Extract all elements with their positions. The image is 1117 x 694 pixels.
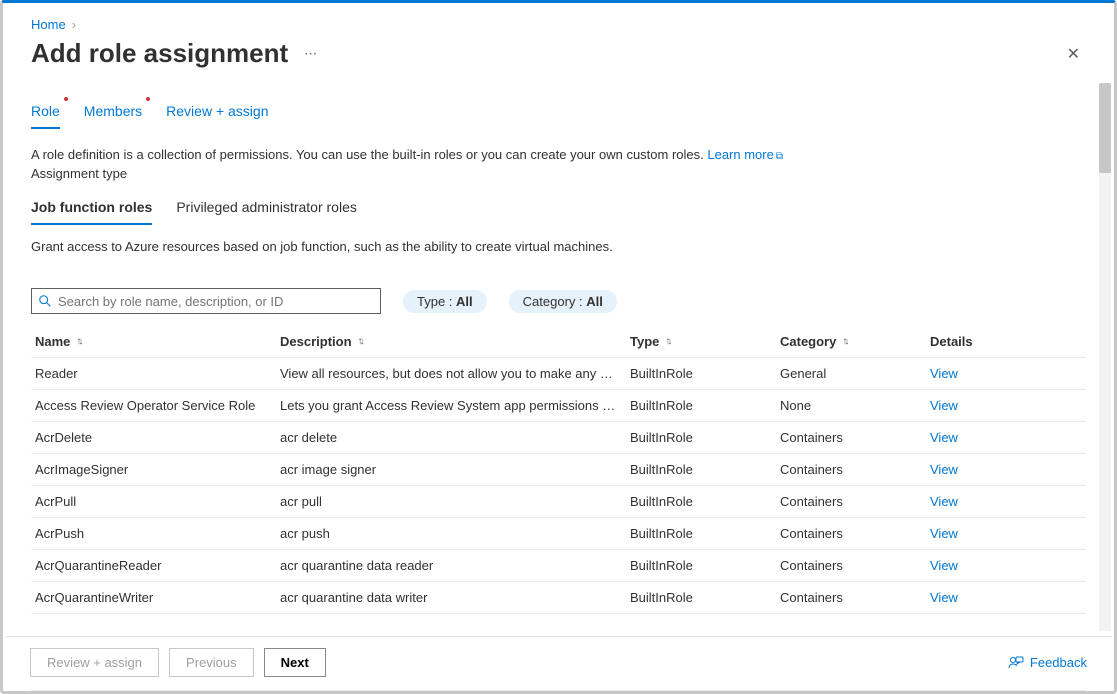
table-row[interactable]: AcrPullacr pullBuiltInRoleContainersView: [31, 486, 1086, 518]
cell-type: BuiltInRole: [630, 398, 780, 413]
cell-name: AcrDelete: [35, 430, 280, 445]
cell-name: AcrImageSigner: [35, 462, 280, 477]
tab-members[interactable]: Members: [84, 101, 142, 129]
view-link[interactable]: View: [930, 430, 958, 445]
required-dot-icon: [64, 97, 68, 101]
chevron-right-icon: ›: [72, 17, 76, 32]
tab-review-assign[interactable]: Review + assign: [166, 101, 268, 129]
view-link[interactable]: View: [930, 366, 958, 381]
assignment-type-label: Assignment type: [31, 166, 1086, 181]
page-title: Add role assignment: [31, 38, 288, 69]
filter-type-pill[interactable]: Type : All: [403, 290, 487, 313]
view-link[interactable]: View: [930, 398, 958, 413]
cell-name: AcrPull: [35, 494, 280, 509]
cell-category: General: [780, 366, 930, 381]
filter-category-pill[interactable]: Category : All: [509, 290, 617, 313]
table-row[interactable]: AcrDeleteacr deleteBuiltInRoleContainers…: [31, 422, 1086, 454]
col-category[interactable]: Category↑↓: [780, 334, 930, 349]
cell-category: Containers: [780, 462, 930, 477]
view-link[interactable]: View: [930, 590, 958, 605]
feedback-link[interactable]: Feedback: [1008, 655, 1087, 671]
cell-type: BuiltInRole: [630, 558, 780, 573]
cell-name: AcrQuarantineWriter: [35, 590, 280, 605]
close-icon[interactable]: ✕: [1061, 40, 1086, 68]
table-row[interactable]: AcrQuarantineWriteracr quarantine data w…: [31, 582, 1086, 614]
table-row[interactable]: AcrQuarantineReaderacr quarantine data r…: [31, 550, 1086, 582]
cell-description: acr quarantine data reader: [280, 558, 630, 573]
cell-description: acr quarantine data writer: [280, 590, 630, 605]
search-input[interactable]: [58, 294, 374, 309]
tab-role[interactable]: Role: [31, 101, 60, 129]
cell-category: Containers: [780, 590, 930, 605]
col-details: Details: [930, 334, 1082, 349]
subtab-job-function-roles[interactable]: Job function roles: [31, 197, 152, 225]
cell-category: Containers: [780, 558, 930, 573]
view-link[interactable]: View: [930, 558, 958, 573]
cell-type: BuiltInRole: [630, 590, 780, 605]
cell-category: Containers: [780, 430, 930, 445]
cell-type: BuiltInRole: [630, 430, 780, 445]
feedback-icon: [1008, 655, 1024, 671]
review-assign-button[interactable]: Review + assign: [30, 648, 159, 677]
cell-type: BuiltInRole: [630, 462, 780, 477]
col-name[interactable]: Name↑↓: [35, 334, 280, 349]
cell-name: AcrPush: [35, 526, 280, 541]
view-link[interactable]: View: [930, 494, 958, 509]
cell-name: AcrQuarantineReader: [35, 558, 280, 573]
sort-icon: ↑↓: [842, 336, 846, 347]
helper-text: A role definition is a collection of per…: [31, 147, 1086, 162]
subtab-description: Grant access to Azure resources based on…: [31, 239, 1086, 254]
more-actions-icon[interactable]: ⋯: [304, 46, 319, 62]
cell-name: Reader: [35, 366, 280, 381]
table-row[interactable]: ReaderView all resources, but does not a…: [31, 358, 1086, 390]
search-input-container[interactable]: [31, 288, 381, 314]
breadcrumb-home[interactable]: Home: [31, 17, 66, 32]
scrollbar-thumb[interactable]: [1099, 83, 1111, 173]
view-link[interactable]: View: [930, 526, 958, 541]
table-row[interactable]: AcrPushacr pushBuiltInRoleContainersView: [31, 518, 1086, 550]
subtab-privileged-administrator-roles[interactable]: Privileged administrator roles: [176, 197, 357, 225]
external-link-icon: ⧉: [776, 151, 783, 162]
cell-category: None: [780, 398, 930, 413]
next-button[interactable]: Next: [264, 648, 326, 677]
required-dot-icon: [146, 97, 150, 101]
learn-more-link[interactable]: Learn more: [707, 147, 773, 162]
cell-name: Access Review Operator Service Role: [35, 398, 280, 413]
scrollbar-track[interactable]: [1099, 83, 1111, 631]
cell-description: View all resources, but does not allow y…: [280, 366, 630, 381]
cell-type: BuiltInRole: [630, 494, 780, 509]
search-icon: [38, 294, 52, 308]
cell-description: acr pull: [280, 494, 630, 509]
cell-category: Containers: [780, 494, 930, 509]
main-tabs: Role Members Review + assign: [31, 101, 1086, 129]
breadcrumb: Home ›: [31, 17, 1086, 32]
table-row[interactable]: AcrImageSigneracr image signerBuiltInRol…: [31, 454, 1086, 486]
cell-description: acr delete: [280, 430, 630, 445]
previous-button[interactable]: Previous: [169, 648, 254, 677]
col-description[interactable]: Description↑↓: [280, 334, 630, 349]
cell-type: BuiltInRole: [630, 366, 780, 381]
table-row[interactable]: Access Review Operator Service RoleLets …: [31, 390, 1086, 422]
cell-description: Lets you grant Access Review System app …: [280, 398, 630, 413]
footer-bar: Review + assign Previous Next Feedback: [6, 636, 1111, 688]
col-type[interactable]: Type↑↓: [630, 334, 780, 349]
sort-icon: ↑↓: [76, 336, 80, 347]
cell-description: acr image signer: [280, 462, 630, 477]
cell-type: BuiltInRole: [630, 526, 780, 541]
view-link[interactable]: View: [930, 462, 958, 477]
table-header: Name↑↓ Description↑↓ Type↑↓ Category↑↓ D…: [31, 326, 1086, 358]
cell-description: acr push: [280, 526, 630, 541]
cell-category: Containers: [780, 526, 930, 541]
sort-icon: ↑↓: [358, 336, 362, 347]
sort-icon: ↑↓: [665, 336, 669, 347]
assignment-type-tabs: Job function roles Privileged administrat…: [31, 197, 1086, 225]
